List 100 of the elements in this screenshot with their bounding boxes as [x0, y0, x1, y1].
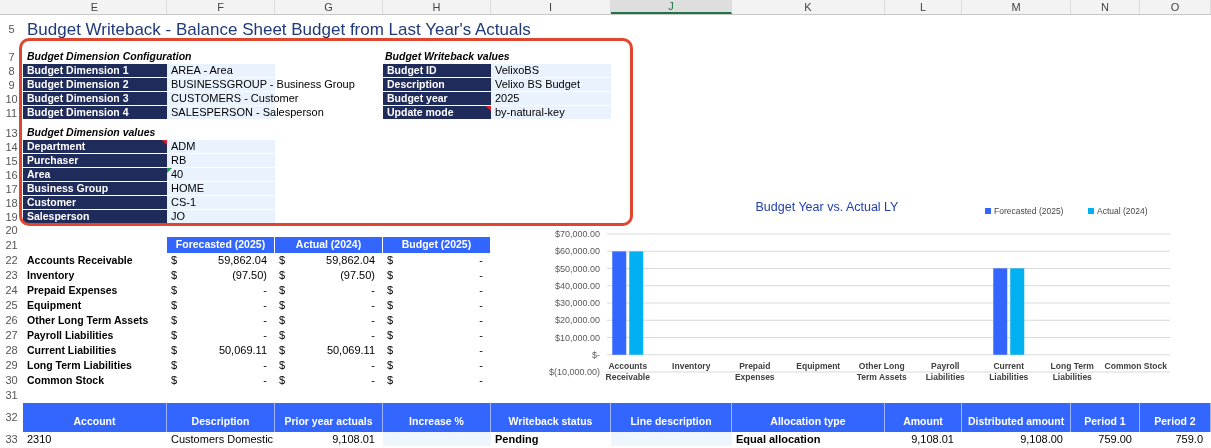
category-label: Current Liabilities: [989, 361, 1029, 382]
currency-symbol: $: [171, 298, 178, 314]
category-label: Prepaid Expenses: [734, 361, 775, 382]
table-cell: Customer: [23, 196, 167, 210]
amount-value: -: [371, 358, 375, 374]
currency-symbol: $: [387, 328, 394, 344]
currency-symbol: $: [387, 283, 394, 299]
sheet-title: Budget Writeback - Balance Sheet Budget from Last Year's Actuals: [26, 18, 531, 41]
row-label: Payroll Liabilities: [27, 327, 114, 343]
table-cell-text: 759.00: [1097, 432, 1133, 446]
column-heading: Increase %: [383, 403, 491, 432]
row-number[interactable]: 30: [5, 372, 18, 389]
row-label: Other Long Term Assets: [27, 312, 149, 328]
amount-value: -: [479, 253, 483, 269]
row-number[interactable]: 5: [8, 21, 15, 38]
input-field[interactable]: [383, 432, 491, 446]
row-number[interactable]: 31: [5, 387, 18, 404]
table-cell-text: Pending: [494, 432, 540, 446]
value-cell[interactable]: 40: [167, 168, 275, 182]
amount-value: -: [263, 373, 267, 389]
column-header[interactable]: J: [611, 0, 732, 14]
value-cell[interactable]: HOME: [167, 182, 275, 196]
y-tick-label: $20,000.00: [554, 315, 600, 326]
column-header[interactable]: N: [1071, 0, 1140, 14]
row-label: Common Stock: [27, 372, 104, 388]
row-number[interactable]: 24: [5, 282, 18, 299]
input-field[interactable]: [611, 432, 732, 446]
currency-symbol: $: [279, 343, 286, 359]
amount-value: 59,862.04: [218, 253, 267, 269]
row-number[interactable]: 25: [5, 297, 18, 314]
amount-value: -: [371, 313, 375, 329]
row-label: Current Liabilities: [27, 342, 117, 358]
row-label: Accounts Receivable: [27, 252, 133, 268]
column-header[interactable]: F: [167, 0, 275, 14]
amount-value: -: [479, 298, 483, 314]
value-cell[interactable]: Velixo BS Budget: [491, 78, 611, 92]
column-header[interactable]: M: [962, 0, 1071, 14]
table-cell: Budget Dimension 3: [23, 92, 167, 106]
currency-symbol: $: [387, 373, 394, 389]
category-label: Other Long Term Assets: [856, 361, 907, 382]
table-cell: Budget Dimension 1: [23, 64, 167, 78]
row-number[interactable]: 33: [5, 430, 18, 448]
column-heading: Period 1: [1071, 403, 1140, 432]
amount-value: (97.50): [340, 268, 375, 284]
amount-value: -: [479, 328, 483, 344]
table-cell: Purchaser: [23, 154, 167, 168]
amount-value: -: [263, 313, 267, 329]
table-cell-text: 9,108.01: [910, 432, 955, 446]
row-number[interactable]: 26: [5, 312, 18, 329]
currency-symbol: $: [279, 283, 286, 299]
column-heading: Distributed amount: [962, 403, 1071, 432]
row-number[interactable]: 23: [5, 267, 18, 284]
value-cell[interactable]: ADM: [167, 140, 275, 154]
value-cell[interactable]: JO: [167, 210, 275, 224]
table-cell-text: Customers Domestic: [170, 432, 275, 446]
column-heading: Period 2: [1140, 403, 1211, 432]
category-label: Common Stock: [1104, 361, 1167, 371]
y-tick-label: $10,000.00: [554, 332, 600, 343]
y-tick-label: $40,000.00: [554, 280, 600, 291]
category-label: Long Term Liabilities: [1050, 361, 1094, 382]
currency-symbol: $: [171, 268, 178, 284]
amount-value: -: [479, 268, 483, 284]
amount-value: -: [263, 283, 267, 299]
amount-value: -: [479, 373, 483, 389]
column-header[interactable]: L: [885, 0, 962, 14]
table-cell: Budget Dimension 4: [23, 106, 167, 120]
table-cell-text: 9,108.01: [331, 432, 376, 446]
row-number[interactable]: 28: [5, 342, 18, 359]
column-header[interactable]: K: [732, 0, 885, 14]
amount-value: -: [479, 343, 483, 359]
currency-symbol: $: [279, 298, 286, 314]
value-cell[interactable]: RB: [167, 154, 275, 168]
column-header[interactable]: H: [383, 0, 491, 14]
column-header[interactable]: E: [23, 0, 167, 14]
currency-symbol: $: [279, 358, 286, 374]
table-cell: Budget ID: [383, 64, 491, 78]
amount-value: -: [371, 298, 375, 314]
row-number[interactable]: 27: [5, 327, 18, 344]
value-cell[interactable]: CS-1: [167, 196, 275, 210]
amount-value: 59,862.04: [326, 253, 375, 269]
row-number[interactable]: 21: [5, 236, 18, 254]
category-label: Equipment: [796, 361, 841, 371]
value-cell[interactable]: VelixoBS: [491, 64, 611, 78]
amount-value: -: [479, 358, 483, 374]
legend-item: Actual (2024): [1088, 206, 1148, 216]
column-heading: Prior year actuals: [275, 403, 383, 432]
row-number[interactable]: 29: [5, 357, 18, 374]
row-number[interactable]: 22: [5, 252, 18, 269]
y-tick-label: $(10,000.00): [548, 367, 600, 377]
column-header[interactable]: O: [1140, 0, 1211, 14]
row-label: Inventory: [27, 267, 75, 283]
value-cell[interactable]: by-natural-key: [491, 106, 611, 120]
column-header[interactable]: G: [275, 0, 383, 14]
category-label: Accounts Receivable: [605, 361, 650, 382]
section-heading: Budget Writeback values: [384, 49, 511, 65]
row-number[interactable]: 32: [5, 409, 18, 426]
column-heading: Actual (2024): [275, 237, 383, 253]
table-cell: Department: [23, 140, 167, 154]
value-cell[interactable]: 2025: [491, 92, 611, 106]
table-cell-text: 759.0: [1174, 432, 1204, 446]
